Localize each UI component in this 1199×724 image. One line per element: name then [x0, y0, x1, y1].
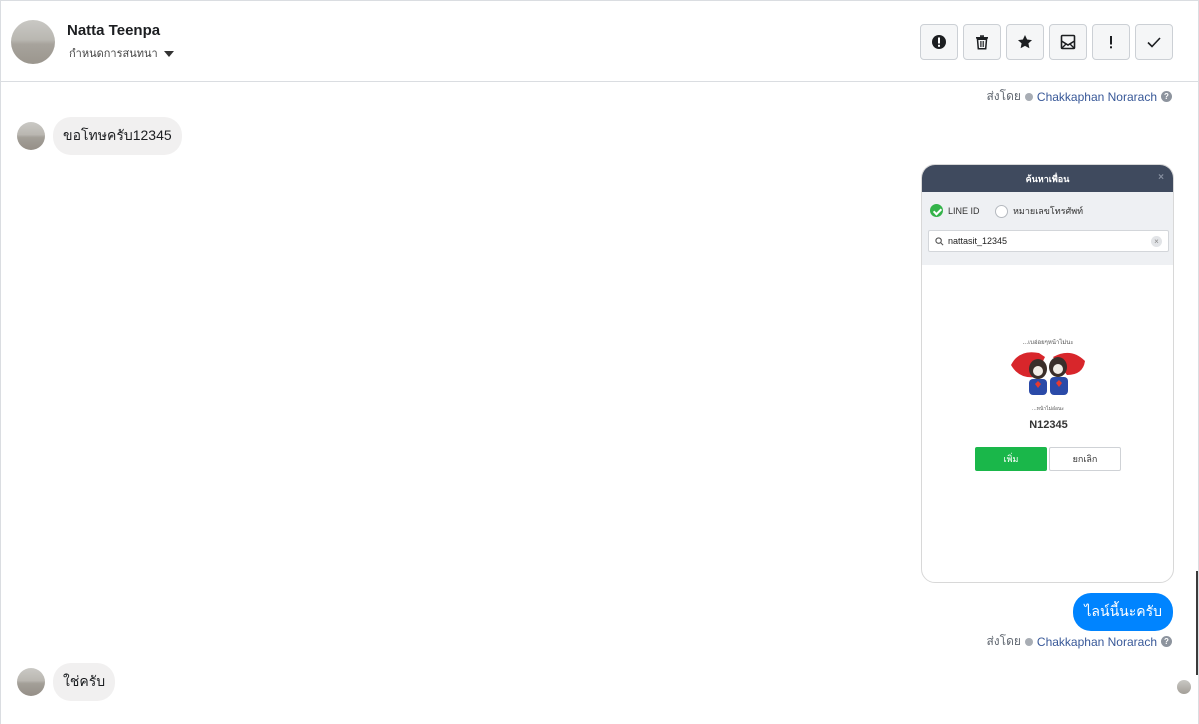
- profile-picture: ...เบอ่อยๆหน้าไม่นะ ...หน้าไม่อ๋อนะ: [1011, 338, 1085, 412]
- caret-down-icon: [163, 50, 174, 57]
- incoming-message-row: ใช่ครับ: [17, 663, 116, 701]
- delete-button[interactable]: [963, 24, 1001, 60]
- star-icon: [1018, 35, 1032, 49]
- contact-name[interactable]: Natta Teenpa: [67, 22, 160, 39]
- done-button[interactable]: [1135, 24, 1173, 60]
- clear-icon: ×: [1151, 236, 1162, 247]
- sent-by-line: ส่งโดย Chakkaphan Norarach ?: [986, 632, 1172, 651]
- radio-phone-label: หมายเลขโทรศัพท์: [1013, 206, 1084, 216]
- image-attachment[interactable]: ค้นหาเพื่อน × LINE ID หมายเลขโทรศัพท์ na…: [921, 164, 1174, 583]
- alert-circle-icon: [932, 35, 946, 49]
- sender-avatar[interactable]: [17, 668, 45, 696]
- close-icon: ×: [1158, 172, 1164, 183]
- card-header: ค้นหาเพื่อน ×: [922, 165, 1173, 192]
- search-field: nattasit_12345 ×: [928, 230, 1169, 252]
- verified-icon: [1024, 92, 1033, 101]
- cancel-button: ยกเลิก: [1049, 447, 1121, 471]
- conversation-panel: Natta Teenpa กำหนดการสนทนา ส่งโดย Chakka…: [0, 0, 1199, 724]
- read-receipt-avatar: [1177, 680, 1191, 694]
- exclamation-icon: [1110, 36, 1112, 49]
- add-friend-button: เพิ่ม: [975, 447, 1047, 471]
- contact-avatar[interactable]: [11, 20, 55, 64]
- profile-caption-bottom: ...หน้าไม่อ๋อนะ: [1032, 405, 1065, 412]
- trash-icon: [976, 35, 988, 50]
- envelope-icon: [1060, 34, 1076, 50]
- scrollbar-thumb[interactable]: [1196, 571, 1198, 675]
- help-icon[interactable]: ?: [1161, 636, 1172, 647]
- radio-phone: หมายเลขโทรศัพท์: [995, 204, 1083, 218]
- conversation-header: Natta Teenpa กำหนดการสนทนา: [1, 1, 1198, 82]
- assign-conversation-label: กำหนดการสนทนา: [69, 48, 158, 60]
- radio-line-id: LINE ID: [930, 204, 980, 217]
- message-bubble[interactable]: ใช่ครับ: [53, 663, 116, 701]
- search-value: nattasit_12345: [948, 236, 1008, 246]
- outgoing-message-bubble[interactable]: ไลน์นี้นะครับ: [1073, 593, 1173, 631]
- radio-unchecked-icon: [995, 204, 1008, 218]
- search-icon: [935, 236, 944, 245]
- important-button[interactable]: [1092, 24, 1130, 60]
- incoming-message-row: ขอโทษครับ12345: [17, 117, 182, 155]
- sent-by-agent-link[interactable]: Chakkaphan Norarach: [1037, 635, 1157, 649]
- card-title: ค้นหาเพื่อน: [1025, 173, 1070, 184]
- search-options: LINE ID หมายเลขโทรศัพท์ nattasit_12345 ×: [922, 192, 1173, 265]
- sent-by-prefix: ส่งโดย: [986, 634, 1021, 648]
- mark-unread-button[interactable]: [1049, 24, 1087, 60]
- radio-checked-icon: [930, 204, 943, 217]
- profile-name: N12345: [1029, 419, 1068, 431]
- help-icon[interactable]: ?: [1161, 91, 1172, 102]
- toolbar: [920, 24, 1173, 60]
- profile-caption-top: ...เบอ่อยๆหน้าไม่นะ: [1022, 338, 1073, 346]
- sent-by-prefix: ส่งโดย: [986, 89, 1021, 103]
- sender-avatar[interactable]: [17, 122, 45, 150]
- assign-conversation-dropdown[interactable]: กำหนดการสนทนา: [69, 44, 174, 62]
- check-icon: [1147, 37, 1161, 48]
- star-button[interactable]: [1006, 24, 1044, 60]
- spam-button[interactable]: [920, 24, 958, 60]
- radio-line-id-label: LINE ID: [948, 205, 980, 216]
- verified-icon: [1024, 637, 1033, 646]
- sent-by-line: ส่งโดย Chakkaphan Norarach ?: [986, 87, 1172, 106]
- message-bubble[interactable]: ขอโทษครับ12345: [53, 117, 182, 155]
- sent-by-agent-link[interactable]: Chakkaphan Norarach: [1037, 90, 1157, 104]
